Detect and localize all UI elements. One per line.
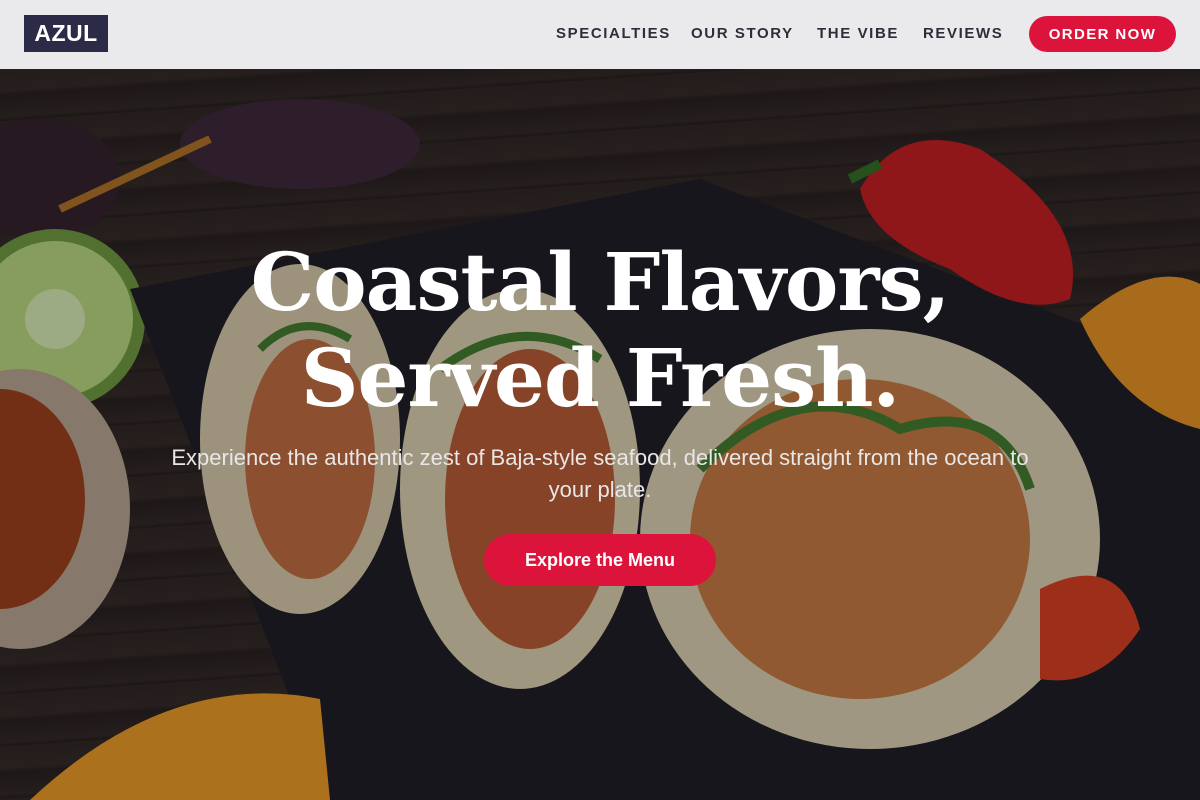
explore-menu-button[interactable]: Explore the Menu bbox=[484, 534, 716, 586]
hero-title: Coastal Flavors, Served Fresh. bbox=[0, 234, 1200, 426]
hero-subtitle: Experience the authentic zest of Baja-st… bbox=[171, 445, 1029, 502]
hero-title-line-1: Coastal Flavors, bbox=[250, 235, 951, 329]
order-now-button[interactable]: ORDER NOW bbox=[1029, 16, 1176, 52]
hero-overlay bbox=[0, 69, 1200, 800]
site-header: AZUL SPECIALTIES OUR STORY THE VIBE REVI… bbox=[0, 0, 1200, 69]
nav-link-the-vibe[interactable]: THE VIBE bbox=[817, 24, 899, 44]
brand-logo[interactable]: AZUL bbox=[24, 15, 108, 52]
nav-link-specialties[interactable]: SPECIALTIES bbox=[556, 24, 671, 44]
hero-title-line-2: Served Fresh. bbox=[300, 331, 900, 425]
hero-section bbox=[0, 69, 1200, 800]
nav-link-reviews[interactable]: REVIEWS bbox=[923, 24, 1003, 44]
nav-link-our-story[interactable]: OUR STORY bbox=[691, 24, 794, 44]
